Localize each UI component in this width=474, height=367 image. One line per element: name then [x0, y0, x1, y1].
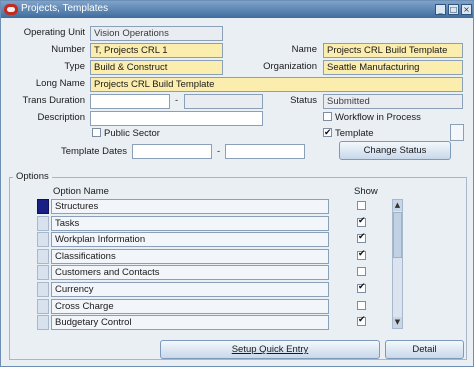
projects-templates-window: Projects, Templates _ □ × Operating Unit… — [0, 0, 474, 367]
name-label: Name — [291, 44, 317, 55]
template-dates-to-field[interactable] — [225, 144, 305, 159]
type-field[interactable]: Build & Construct — [90, 60, 223, 75]
setup-quick-entry-button[interactable]: Setup Quick Entry — [160, 340, 380, 359]
option-row[interactable]: Structures — [37, 199, 397, 214]
option-name-cell[interactable]: Structures — [51, 199, 329, 214]
template-dates-separator: - — [217, 146, 221, 157]
oracle-logo-icon — [4, 4, 18, 15]
trans-duration-label: Trans Duration — [22, 95, 85, 106]
description-field[interactable] — [90, 111, 263, 126]
flexfield-bracket[interactable] — [450, 124, 464, 141]
options-section-label: Options — [13, 171, 52, 182]
row-selector[interactable] — [37, 298, 49, 314]
scroll-up-icon[interactable]: ▲ — [393, 200, 402, 211]
organization-field[interactable]: Seattle Manufacturing — [323, 60, 463, 75]
template-dates-from-field[interactable] — [132, 144, 212, 159]
option-name-cell[interactable]: Tasks — [51, 215, 329, 231]
row-selector[interactable] — [37, 315, 49, 331]
description-label: Description — [37, 112, 85, 123]
public-sector-checkbox[interactable] — [92, 128, 101, 137]
name-field[interactable]: Projects CRL Build Template — [323, 43, 463, 58]
trans-duration-separator: - — [175, 95, 179, 106]
row-selector[interactable] — [37, 248, 49, 264]
show-checkbox[interactable] — [357, 282, 366, 293]
option-row[interactable]: Classifications — [37, 248, 397, 264]
public-sector-control[interactable]: Public Sector — [92, 127, 160, 141]
show-checkbox[interactable] — [357, 267, 366, 277]
option-row[interactable]: Currency — [37, 282, 397, 297]
setup-quick-entry-label: Setup Quick Entry — [231, 344, 309, 355]
change-status-button[interactable]: Change Status — [339, 141, 451, 160]
row-selector[interactable] — [37, 265, 49, 281]
operating-unit-label: Operating Unit — [23, 27, 85, 38]
show-column-header: Show — [354, 186, 378, 197]
show-checkbox[interactable] — [357, 232, 366, 244]
number-field[interactable]: T, Projects CRL 1 — [90, 43, 223, 58]
row-selector[interactable] — [37, 199, 49, 214]
template-control[interactable]: Template — [323, 126, 374, 141]
row-selector[interactable] — [37, 282, 49, 297]
scroll-thumb[interactable] — [393, 212, 402, 258]
show-checkbox[interactable] — [357, 315, 366, 327]
template-checkbox[interactable] — [323, 126, 332, 140]
long-name-field[interactable]: Projects CRL Build Template — [90, 77, 463, 92]
workflow-in-process-label: Workflow in Process — [335, 112, 421, 123]
show-checkbox[interactable] — [357, 216, 366, 227]
option-name-cell[interactable]: Customers and Contacts — [51, 265, 329, 281]
number-label: Number — [51, 44, 85, 55]
option-name-cell[interactable]: Workplan Information — [51, 232, 329, 248]
options-scrollbar[interactable]: ▲ ▼ — [392, 199, 403, 329]
workflow-in-process-control[interactable]: Workflow in Process — [323, 111, 421, 125]
trans-duration-to-field[interactable] — [184, 94, 263, 109]
maximize-icon[interactable]: □ — [448, 4, 459, 15]
minimize-icon[interactable]: _ — [435, 4, 446, 15]
row-selector[interactable] — [37, 215, 49, 231]
trans-duration-from-field[interactable] — [90, 94, 170, 109]
type-label: Type — [64, 61, 85, 72]
option-row[interactable]: Budgetary Control — [37, 315, 397, 331]
detail-label: Detail — [412, 344, 437, 355]
template-label: Template — [335, 128, 374, 139]
option-row[interactable]: Cross Charge — [37, 298, 397, 314]
title-bar[interactable]: Projects, Templates _ □ × — [1, 1, 473, 18]
long-name-label: Long Name — [35, 78, 85, 89]
option-name-cell[interactable]: Cross Charge — [51, 298, 329, 314]
status-field[interactable]: Submitted — [323, 94, 463, 109]
show-checkbox[interactable] — [357, 300, 366, 310]
option-name-cell[interactable]: Budgetary Control — [51, 315, 329, 331]
option-row[interactable]: Customers and Contacts — [37, 265, 397, 281]
option-row[interactable]: Workplan Information — [37, 232, 397, 248]
workflow-in-process-checkbox[interactable] — [323, 112, 332, 121]
option-row[interactable]: Tasks — [37, 215, 397, 231]
public-sector-label: Public Sector — [104, 128, 160, 139]
row-selector[interactable] — [37, 232, 49, 248]
scroll-down-icon[interactable]: ▼ — [393, 317, 402, 328]
close-icon[interactable]: × — [461, 4, 472, 15]
template-dates-label: Template Dates — [60, 146, 127, 157]
window-title: Projects, Templates — [21, 3, 109, 14]
operating-unit-field[interactable]: Vision Operations — [90, 26, 223, 41]
option-name-column-header: Option Name — [53, 186, 109, 197]
show-checkbox[interactable] — [357, 201, 366, 210]
option-name-cell[interactable]: Classifications — [51, 248, 329, 264]
detail-button[interactable]: Detail — [385, 340, 464, 359]
status-label: Status — [290, 95, 317, 106]
organization-label: Organization — [263, 61, 317, 72]
show-checkbox[interactable] — [357, 249, 366, 260]
option-name-cell[interactable]: Currency — [51, 282, 329, 297]
